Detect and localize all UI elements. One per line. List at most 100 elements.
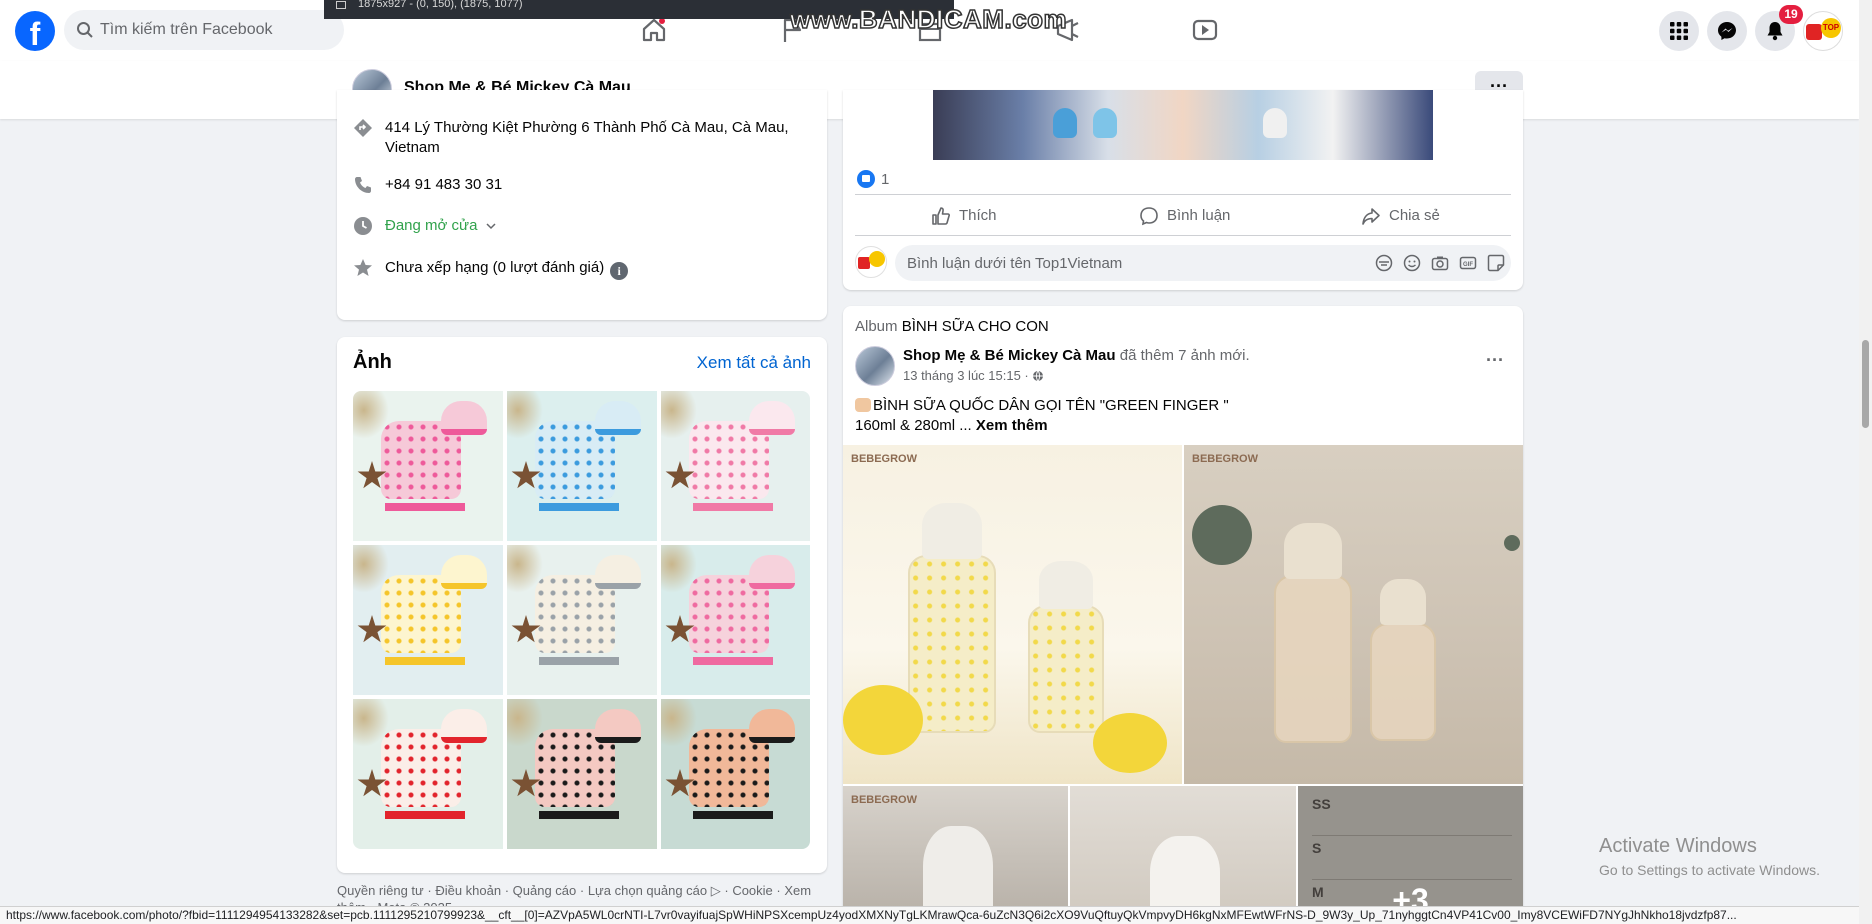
footer-link[interactable]: Quyền riêng tư xyxy=(337,883,424,898)
photo-grid xyxy=(353,391,810,849)
brand-logo: BEBEGROW xyxy=(851,453,917,465)
post-text-line: 160ml & 280ml ... Xem thêm xyxy=(855,416,1229,436)
decor-ball xyxy=(1192,505,1252,565)
photo-thumbnail[interactable] xyxy=(507,545,657,695)
share-label: Chia sẻ xyxy=(1389,207,1440,224)
emoji-icon[interactable] xyxy=(1403,254,1421,272)
photo-thumbnail[interactable] xyxy=(661,391,810,541)
notification-count-badge: 19 xyxy=(1779,5,1803,24)
bottle-shape xyxy=(1274,575,1352,743)
search-box[interactable] xyxy=(64,10,344,50)
share-button[interactable]: Chia sẻ xyxy=(1361,200,1471,232)
image-detail xyxy=(1053,108,1077,138)
rating-text: Chưa xếp hạng (0 lượt đánh giá) i xyxy=(385,258,629,280)
outfit-cuff xyxy=(385,503,465,511)
post-photo[interactable]: BEBEGROW xyxy=(843,786,1068,924)
account-avatar[interactable]: TOP xyxy=(1803,11,1843,51)
clock-icon xyxy=(354,217,372,235)
post-timestamp[interactable]: 13 tháng 3 lúc 15:15 · xyxy=(903,368,1044,383)
baby-bottle-icon xyxy=(855,398,871,412)
post-image[interactable] xyxy=(933,90,1433,160)
outfit-cuff xyxy=(539,503,619,511)
comment-input[interactable] xyxy=(907,245,1347,281)
baby-hat xyxy=(441,401,487,435)
globe-icon xyxy=(1033,370,1044,382)
footer-link[interactable]: Cookie xyxy=(732,883,772,898)
photos-card: Ảnh Xem tất cả ảnh xyxy=(337,337,827,873)
comment-box[interactable]: GIF xyxy=(895,245,1511,281)
see-all-photos-link[interactable]: Xem tất cả ảnh xyxy=(697,353,811,373)
scrollbar-thumb[interactable] xyxy=(1862,340,1869,428)
windows-activation-notice: Activate Windows Go to Settings to activ… xyxy=(1599,834,1820,880)
chevron-down-icon xyxy=(486,223,496,230)
post-time-text: 13 tháng 3 lúc 15:15 · xyxy=(903,368,1033,383)
photo-thumbnail[interactable] xyxy=(661,699,810,849)
baby-hat xyxy=(441,709,487,743)
outfit-cuff xyxy=(385,811,465,819)
flower-shape xyxy=(843,685,923,755)
photo-thumbnail[interactable] xyxy=(353,391,503,541)
svg-text:GIF: GIF xyxy=(1463,262,1473,268)
baby-hat xyxy=(595,709,641,743)
post-photo[interactable]: BEBEGROW xyxy=(843,445,1182,784)
post-card: 1 Thích Bình luận Chia sẻ GIF xyxy=(843,90,1523,290)
camera-icon[interactable] xyxy=(1431,254,1449,272)
post-photo[interactable] xyxy=(1070,786,1296,924)
search-input[interactable] xyxy=(100,10,336,50)
bottle-shape xyxy=(1028,605,1104,733)
video-icon[interactable] xyxy=(1187,12,1223,48)
info-icon[interactable]: i xyxy=(610,262,629,280)
outfit-cuff xyxy=(539,657,619,665)
open-status-label: Đang mở cửa xyxy=(385,217,478,234)
album-line: Album BÌNH SỮA CHO CON xyxy=(855,318,1049,335)
gif-icon[interactable]: GIF xyxy=(1459,254,1477,272)
brand-logo: BEBEGROW xyxy=(851,794,917,806)
avatar-shape xyxy=(869,251,885,267)
account-avatar-badge: TOP xyxy=(1821,18,1841,38)
footer-link[interactable]: Quảng cáo xyxy=(513,883,577,898)
bandicam-watermark: www.BANDICAM.com xyxy=(789,3,1068,35)
decor-ball xyxy=(1504,535,1520,551)
commenter-avatar[interactable] xyxy=(855,246,887,278)
open-status[interactable]: Đang mở cửa xyxy=(385,216,496,236)
post-photo-more[interactable]: SS S M +3 xyxy=(1298,786,1523,924)
photo-thumbnail[interactable] xyxy=(507,699,657,849)
post-options-button[interactable]: ··· xyxy=(1477,350,1513,378)
activate-subtitle: Go to Settings to activate Windows. xyxy=(1599,862,1820,878)
comment-button[interactable]: Bình luận xyxy=(1139,200,1259,232)
like-icon xyxy=(932,207,950,225)
post-author-name[interactable]: Shop Mẹ & Bé Mickey Cà Mau xyxy=(903,347,1116,364)
album-name-link[interactable]: BÌNH SỮA CHO CON xyxy=(902,318,1049,335)
scrollbar[interactable] xyxy=(1859,0,1872,924)
phone-number[interactable]: +84 91 483 30 31 xyxy=(385,175,502,195)
outfit-cuff xyxy=(693,657,773,665)
intro-card: 414 Lý Thường Kiệt Phường 6 Thành Phố Cà… xyxy=(337,90,827,320)
more-photos-overlay[interactable]: +3 xyxy=(1298,786,1523,924)
baby-hat xyxy=(749,401,795,435)
messenger-button[interactable] xyxy=(1707,11,1747,51)
comment-label: Bình luận xyxy=(1167,207,1231,224)
photo-thumbnail[interactable] xyxy=(661,545,810,695)
search-icon xyxy=(77,22,93,38)
menu-grid-icon xyxy=(1670,22,1688,40)
photo-thumbnail[interactable] xyxy=(353,699,503,849)
post-text: BÌNH SỮA QUỐC DÂN GỌI TÊN "GREEN FINGER … xyxy=(855,396,1229,436)
photo-thumbnail[interactable] xyxy=(353,545,503,695)
location-icon xyxy=(354,119,372,137)
menu-grid-button[interactable] xyxy=(1659,11,1699,51)
avatar-sticker-icon[interactable] xyxy=(1375,254,1393,272)
reaction-count[interactable]: 1 xyxy=(857,170,889,188)
footer-link[interactable]: Điều khoản xyxy=(435,883,501,898)
post-author-line: Shop Mẹ & Bé Mickey Cà Mau đã thêm 7 ảnh… xyxy=(903,347,1250,364)
baby-hat xyxy=(595,555,641,589)
rating-label: Chưa xếp hạng (0 lượt đánh giá) xyxy=(385,259,605,276)
post-author-avatar[interactable] xyxy=(855,346,895,386)
footer-link[interactable]: Lựa chọn quảng cáo xyxy=(588,883,707,898)
see-more-link[interactable]: Xem thêm xyxy=(976,417,1048,434)
sticker-icon[interactable] xyxy=(1487,254,1505,272)
like-button[interactable]: Thích xyxy=(931,200,1031,232)
post-photo[interactable]: BEBEGROW xyxy=(1184,445,1523,784)
brand-logo: BEBEGROW xyxy=(1192,453,1258,465)
photo-thumbnail[interactable] xyxy=(507,391,657,541)
facebook-logo[interactable]: f xyxy=(15,11,55,51)
